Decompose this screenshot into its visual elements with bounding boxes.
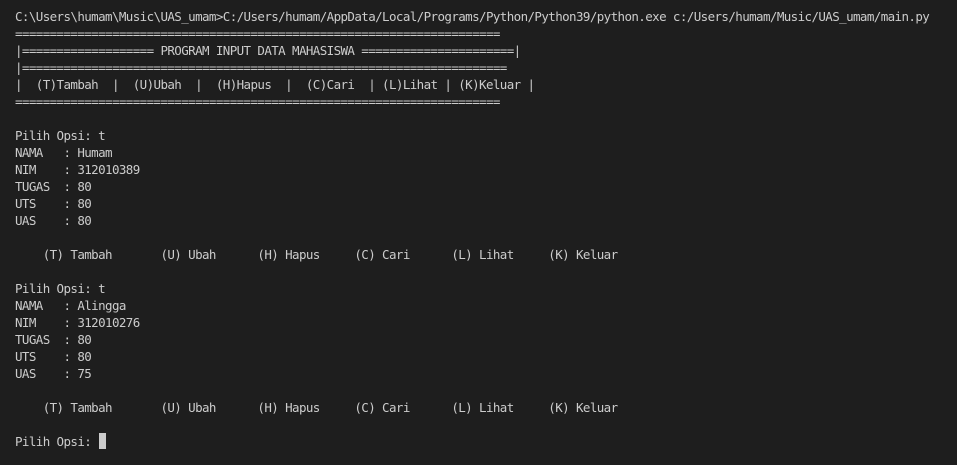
header-border-top: ========================================… [15, 26, 500, 41]
header-border-bottom: ========================================… [15, 94, 500, 109]
record-nim: NIM : 312010389 [15, 162, 140, 177]
record-uas: UAS : 80 [15, 213, 92, 228]
text-cursor[interactable] [99, 433, 107, 449]
header-border-middle: |=======================================… [15, 60, 507, 75]
record-nama: NAMA : Humam [15, 145, 113, 160]
menu-options-header: | (T)Tambah | (U)Ubah | (H)Hapus | (C)Ca… [15, 77, 535, 92]
record-uas: UAS : 75 [15, 366, 92, 381]
record-nama: NAMA : Alingga [15, 298, 126, 313]
active-prompt-line[interactable]: Pilih Opsi: [15, 433, 107, 450]
record-nim: NIM : 312010276 [15, 315, 140, 330]
menu-options-line: (T) Tambah (U) Ubah (H) Hapus (C) Cari (… [15, 247, 618, 262]
option-prompt: Pilih Opsi: t [15, 281, 106, 296]
option-prompt: Pilih Opsi: t [15, 128, 106, 143]
option-prompt: Pilih Opsi: [15, 434, 99, 449]
record-tugas: TUGAS : 80 [15, 179, 92, 194]
menu-options-line: (T) Tambah (U) Ubah (H) Hapus (C) Cari (… [15, 400, 618, 415]
record-tugas: TUGAS : 80 [15, 332, 92, 347]
program-title: |=================== PROGRAM INPUT DATA … [15, 43, 521, 58]
record-uts: UTS : 80 [15, 196, 92, 211]
record-uts: UTS : 80 [15, 349, 92, 364]
terminal-output[interactable]: C:\Users\humam\Music\UAS_umam>C:/Users/h… [0, 0, 957, 465]
command-line: C:\Users\humam\Music\UAS_umam>C:/Users/h… [15, 9, 930, 24]
